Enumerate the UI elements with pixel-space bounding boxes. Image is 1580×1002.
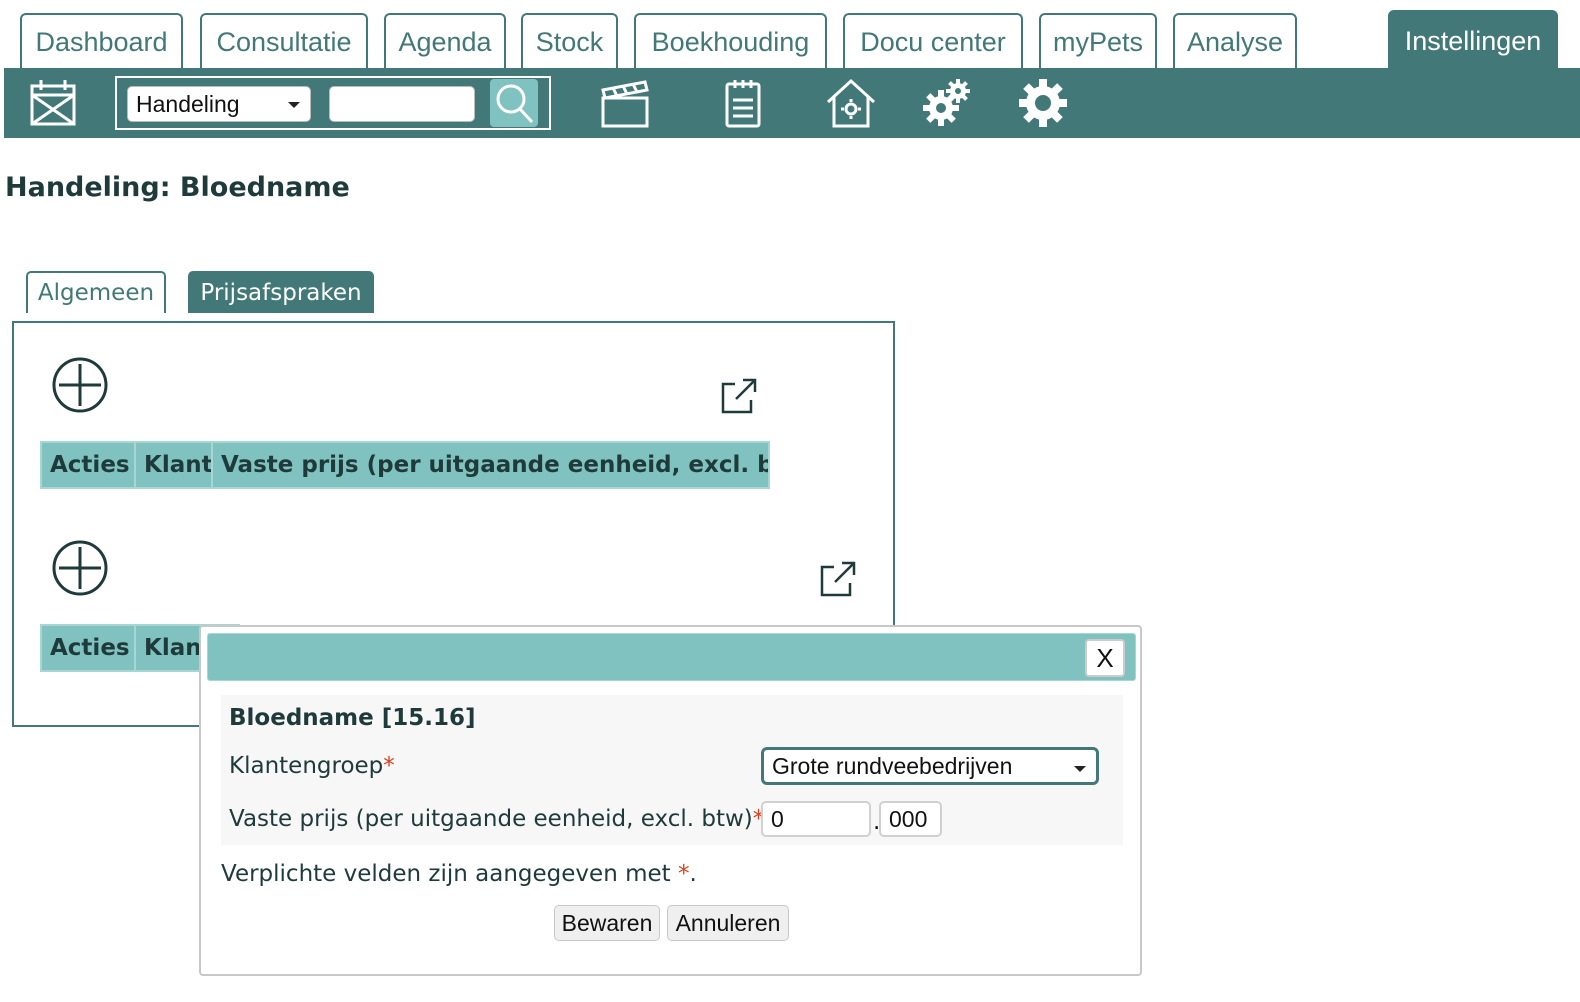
required-note-end: . xyxy=(689,861,697,887)
external-link-icon[interactable] xyxy=(818,559,858,599)
tab-consultatie[interactable]: Consultatie xyxy=(200,13,368,69)
external-link-icon[interactable] xyxy=(719,376,759,416)
subtab-prijsafspraken[interactable]: Prijsafspraken xyxy=(188,271,374,313)
tab-analyse[interactable]: Analyse xyxy=(1173,13,1297,69)
search-group: Handeling xyxy=(115,76,551,130)
tab-dashboard[interactable]: Dashboard xyxy=(20,13,183,69)
calendar-icon[interactable] xyxy=(27,76,81,130)
required-fields-note: Verplichte velden zijn aangegeven met *. xyxy=(221,861,697,887)
gear-icon[interactable] xyxy=(1016,76,1070,130)
plus-circle-icon xyxy=(52,357,108,413)
tab-instellingen[interactable]: Instellingen xyxy=(1388,10,1558,70)
prijs-decimal-input[interactable]: 000 xyxy=(879,801,942,837)
house-gear-icon[interactable] xyxy=(824,76,878,130)
tab-stock[interactable]: Stock xyxy=(521,13,618,69)
cancel-button[interactable]: Annuleren xyxy=(667,905,789,941)
toolbar: Handeling xyxy=(4,68,1580,138)
search-type-select[interactable]: Handeling xyxy=(127,86,311,122)
klantengroep-value: Grote rundveebedrijven xyxy=(772,752,1013,779)
dialog-form: Bloedname [15.16] Klantengroep* Grote ru… xyxy=(221,695,1123,845)
search-button[interactable] xyxy=(490,79,538,127)
search-type-value: Handeling xyxy=(136,90,240,117)
search-input[interactable] xyxy=(329,86,475,122)
column-header-klant: Klant xyxy=(136,443,213,487)
close-button[interactable]: X xyxy=(1085,639,1125,677)
chevron-down-icon xyxy=(1074,766,1086,772)
save-button[interactable]: Bewaren xyxy=(554,905,660,941)
prijs-label-text: Vaste prijs (per uitgaande eenheid, excl… xyxy=(229,806,753,832)
tab-agenda[interactable]: Agenda xyxy=(384,13,506,69)
klantengroep-label: Klantengroep* xyxy=(229,753,395,779)
tab-boekhouding[interactable]: Boekhouding xyxy=(634,13,827,69)
required-marker: * xyxy=(677,861,690,887)
required-note-text: Verplichte velden zijn aangegeven met xyxy=(221,861,671,887)
column-header-acties: Acties xyxy=(42,443,136,487)
column-header-vaste-prijs: Vaste prijs (per uitgaande eenheid, excl… xyxy=(221,452,768,478)
price-agreement-dialog: X Bloedname [15.16] Klantengroep* Grote … xyxy=(199,625,1142,976)
required-marker: * xyxy=(383,753,395,779)
main-nav: Dashboard Consultatie Agenda Stock Boekh… xyxy=(0,0,1580,70)
prijs-label: Vaste prijs (per uitgaande eenheid, excl… xyxy=(229,806,764,832)
klantengroep-label-text: Klantengroep xyxy=(229,753,384,779)
add-button[interactable] xyxy=(51,356,109,414)
prijs-integer-input[interactable]: 0 xyxy=(761,801,871,837)
subtab-algemeen[interactable]: Algemeen xyxy=(26,271,166,313)
search-icon xyxy=(496,84,534,124)
tab-docu-center[interactable]: Docu center xyxy=(843,13,1023,69)
dialog-heading: Bloedname [15.16] xyxy=(229,705,476,731)
table-header: Acties Klant Vaste prijs (per uitgaande … xyxy=(40,441,770,489)
clipboard-icon[interactable] xyxy=(716,76,770,130)
gears-icon[interactable] xyxy=(920,76,974,130)
chevron-down-icon xyxy=(288,102,300,108)
column-header-acties: Acties xyxy=(42,626,136,670)
klantengroep-select[interactable]: Grote rundveebedrijven xyxy=(761,747,1099,785)
clapperboard-icon[interactable] xyxy=(598,76,652,130)
page-title: Handeling: Bloedname xyxy=(5,172,350,203)
dialog-titlebar: X xyxy=(207,633,1136,681)
tab-mypets[interactable]: myPets xyxy=(1039,13,1157,69)
plus-circle-icon xyxy=(52,540,108,596)
add-button[interactable] xyxy=(51,539,109,597)
